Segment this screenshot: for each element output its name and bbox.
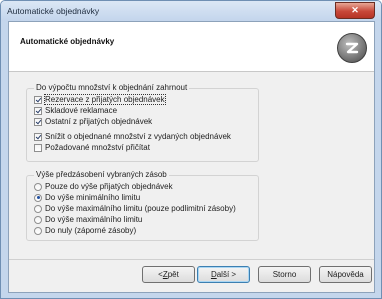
max-limit-under-radio[interactable]	[34, 204, 42, 213]
checkbox-row-claims[interactable]: Skladové reklamace	[34, 105, 117, 116]
max-limit-label: Do výše maximálního limitu	[45, 215, 143, 224]
reduce-ordered-label: Snížit o objednané množství z vydaných o…	[45, 132, 231, 141]
max-limit-radio[interactable]	[34, 215, 42, 224]
checkbox-row-add-required[interactable]: Požadované množství přičítat	[34, 142, 150, 153]
prestock-level-group: Výše předzásobení vybraných zásob Pouze …	[26, 170, 259, 241]
next-label: alší >	[216, 270, 237, 279]
footer-divider	[9, 259, 374, 260]
checkbox-row-reduce[interactable]: Snížit o objednané množství z vydaných o…	[34, 131, 231, 142]
reservations-checkbox[interactable]	[34, 95, 42, 104]
checkbox-row-other[interactable]: Ostatní z přijatých objednávek	[34, 116, 152, 127]
close-button[interactable]: ✕	[335, 2, 375, 19]
to-zero-radio[interactable]	[34, 226, 42, 235]
z-logo-icon	[337, 33, 367, 63]
prestock-level-legend: Výše předzásobení vybraných zásob	[34, 170, 169, 179]
dialog-window: Automatické objednávky ✕ Automatické obj…	[0, 0, 382, 299]
title-bar[interactable]: Automatické objednávky ✕	[1, 1, 381, 21]
page-title: Automatické objednávky	[20, 37, 115, 46]
include-in-calculation-legend: Do výpočtu množství k objednání zahrnout	[34, 83, 190, 92]
min-limit-label: Do výše minimálního limitu	[45, 193, 141, 202]
radio-row-max-limit[interactable]: Do výše maximálního limitu	[34, 214, 142, 225]
checkbox-row-reservations[interactable]: Rezervace z přijatých objednávek	[34, 94, 166, 105]
wizard-header: Automatické objednávky	[9, 22, 374, 72]
cancel-button[interactable]: Storno	[258, 266, 311, 283]
radio-row-received-only[interactable]: Pouze do výše přijatých objednávek	[34, 181, 173, 192]
radio-row-min-limit[interactable]: Do výše minimálního limitu	[34, 192, 140, 203]
dialog-client-area: Automatické objednávky Do výpočtu množst…	[8, 21, 375, 293]
back-label: pět	[167, 270, 179, 279]
next-button[interactable]: Další >	[197, 266, 250, 283]
add-required-checkbox[interactable]	[34, 143, 42, 152]
to-zero-label: Do nuly (záporné zásoby)	[45, 226, 137, 235]
radio-row-to-zero[interactable]: Do nuly (záporné zásoby)	[34, 225, 136, 236]
help-label: Nápověda	[327, 270, 364, 279]
received-only-label: Pouze do výše přijatých objednávek	[45, 182, 173, 191]
add-required-label: Požadované množství přičítat	[45, 143, 150, 152]
claims-checkbox[interactable]	[34, 106, 42, 115]
close-icon: ✕	[351, 5, 359, 15]
reduce-ordered-checkbox[interactable]	[34, 132, 42, 141]
back-button[interactable]: < Zpět	[142, 266, 195, 283]
other-orders-checkbox[interactable]	[34, 117, 42, 126]
max-limit-under-label: Do výše maximálního limitu (pouze podlim…	[45, 204, 236, 213]
reservations-label: Rezervace z přijatých objednávek	[44, 94, 166, 105]
window-title: Automatické objednávky	[7, 6, 100, 16]
min-limit-radio[interactable]	[34, 193, 42, 202]
cancel-label: Storno	[272, 270, 297, 279]
received-only-radio[interactable]	[34, 182, 42, 191]
claims-label: Skladové reklamace	[45, 106, 118, 115]
help-button[interactable]: Nápověda	[319, 266, 372, 283]
other-orders-label: Ostatní z přijatých objednávek	[45, 117, 153, 126]
radio-row-max-limit-under[interactable]: Do výše maximálního limitu (pouze podlim…	[34, 203, 236, 214]
include-in-calculation-group: Do výpočtu množství k objednání zahrnout…	[26, 83, 259, 162]
